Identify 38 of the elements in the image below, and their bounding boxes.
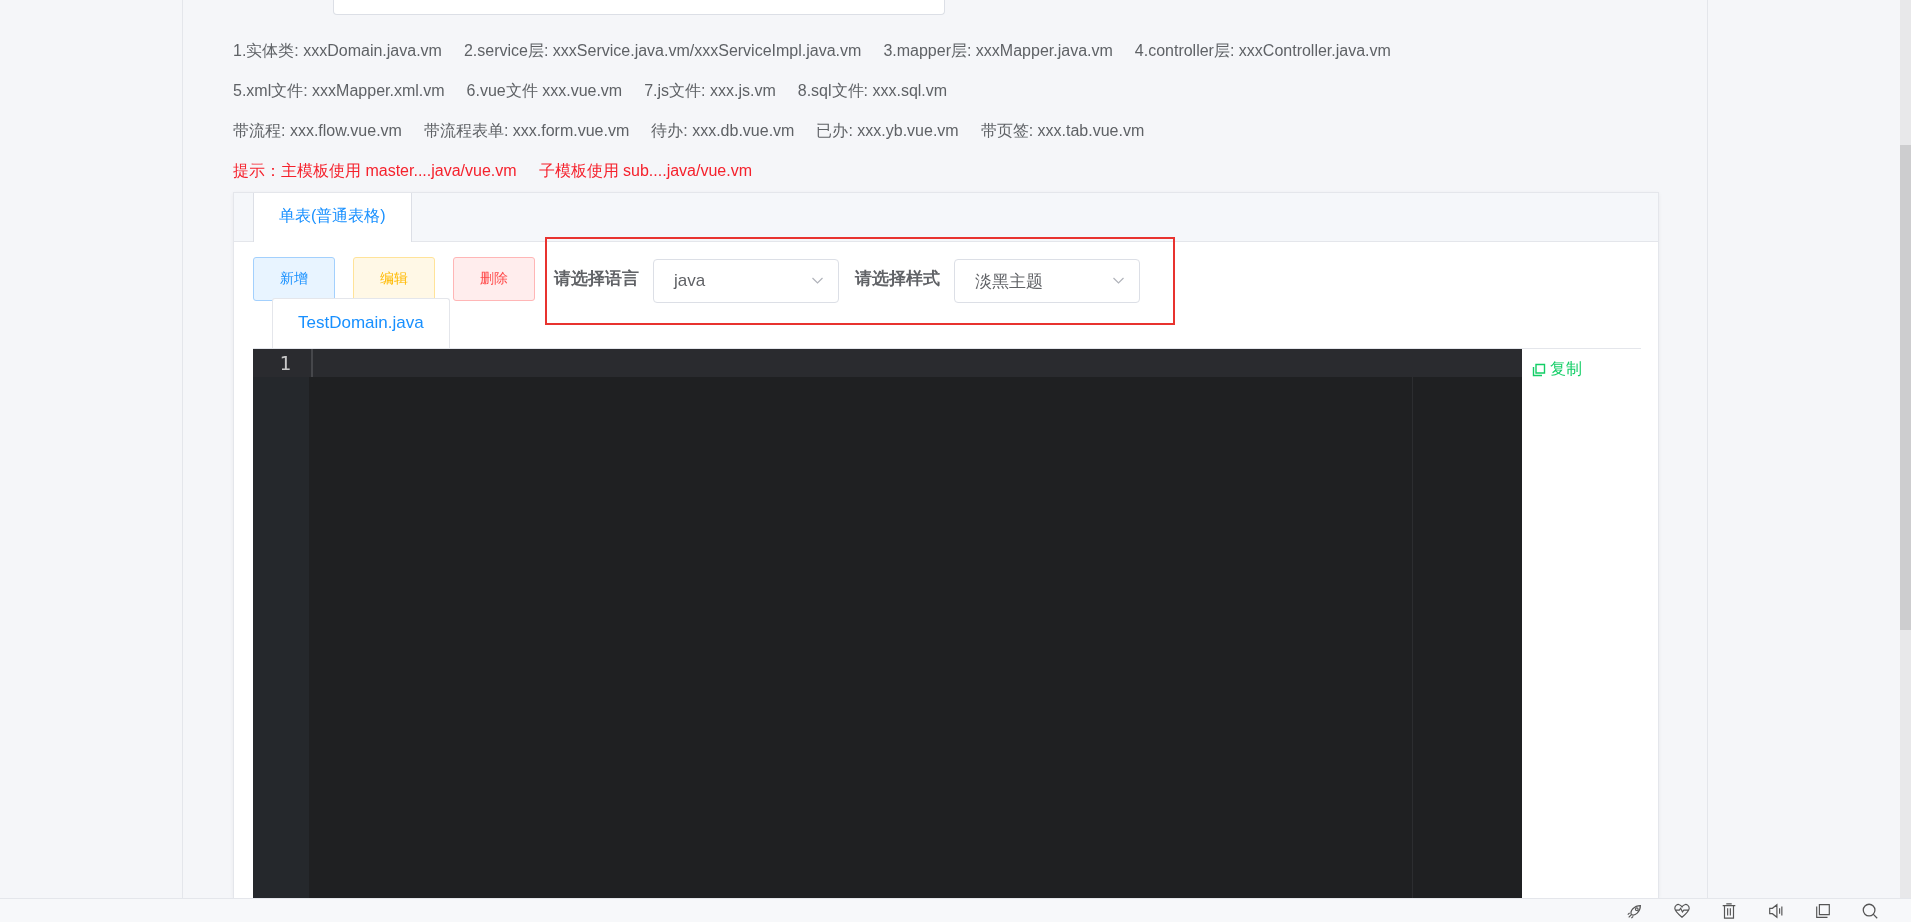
hint-text: 待办: xxx.db.vue.vm: [651, 121, 795, 141]
speaker-icon[interactable]: [1767, 901, 1785, 920]
hint-text: 2.service层: xxxService.java.vm/xxxServiceImpl.java.vm: [463, 41, 862, 61]
select-label: 请选择语言: [554, 268, 639, 290]
tip-text: 提示：主模板使用 master....java/vue.vm: [233, 161, 517, 181]
add-button[interactable]: 新增: [253, 257, 335, 301]
input-field[interactable]: [333, 0, 945, 15]
hint-text: 6.vue文件 xxx.vue.vm: [466, 81, 623, 101]
hint-text: 1.实体类: xxxDomain.java.vm: [233, 41, 442, 61]
hint-text: 4.controller层: xxxController.java.vm: [1134, 41, 1391, 61]
hint-text: 带流程: xxx.flow.vue.vm: [233, 121, 402, 141]
copy-icon: [1532, 362, 1546, 377]
caret-icon: [1112, 277, 1125, 285]
hint-text: 7.js文件: xxx.js.vm: [644, 81, 776, 101]
delete-button[interactable]: 删除: [453, 257, 535, 301]
code-editor[interactable]: 1: [253, 349, 1522, 898]
hint-text: 带页签: xxx.tab.vue.vm: [980, 121, 1145, 141]
scrollbar[interactable]: [1900, 0, 1911, 898]
copy-button[interactable]: 复制: [1532, 359, 1582, 380]
scrollbar-thumb[interactable]: [1900, 145, 1911, 630]
file-tab[interactable]: TestDomain.java: [272, 298, 450, 348]
tab[interactable]: 单表(普通表格): [253, 193, 412, 242]
caret-icon: [811, 277, 824, 285]
hint-text: 3.mapper层: xxxMapper.java.vm: [883, 41, 1113, 61]
edit-button[interactable]: 编辑: [353, 257, 435, 301]
select-label: 请选择样式: [855, 268, 940, 290]
trash-icon[interactable]: [1720, 901, 1738, 920]
window-icon[interactable]: [1814, 901, 1832, 920]
search-icon[interactable]: [1861, 901, 1879, 920]
hint-text: 已办: xxx.yb.vue.vm: [816, 121, 959, 141]
line-number: 1: [253, 349, 309, 377]
select-field[interactable]: java: [653, 259, 839, 303]
select-field[interactable]: 淡黑主题: [954, 259, 1140, 303]
tip-text: 子模板使用 sub....java/vue.vm: [538, 161, 752, 181]
hint-text: 带流程表单: xxx.form.vue.vm: [423, 121, 630, 141]
hint-text: 8.sql文件: xxx.sql.vm: [797, 81, 948, 101]
heartbeat-icon[interactable]: [1673, 901, 1691, 920]
hint-text: 5.xml文件: xxxMapper.xml.vm: [233, 81, 445, 101]
